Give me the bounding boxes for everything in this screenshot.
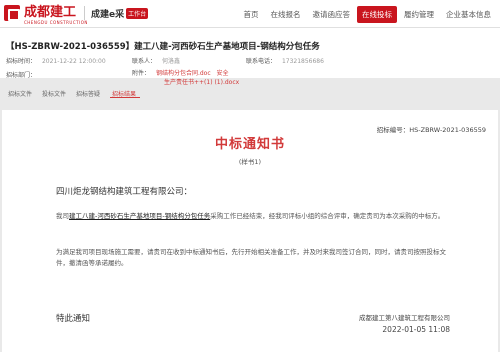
publish-time-value: 2021-12-22 12:00:00 — [41, 58, 106, 65]
attachment-field-2: 生产责任书++(1) (1).docx — [160, 77, 239, 86]
nav-home[interactable]: 首页 — [239, 6, 264, 23]
notice-sample-label: (样书1) — [238, 158, 262, 166]
attachment-field: 附件： 钢结构分包合同.doc 安全 — [132, 68, 229, 77]
project-header: 【HS-ZBRW-2021-036559】建工八建-河西砂石生产基地项目-钢结构… — [0, 28, 500, 78]
top-navigation-bar: 成都建工 CHENGDU CONSTRUCTION 成建e采 工作台 首页 在线… — [0, 0, 500, 28]
notice-paragraph-1: 我司建工八建-河西砂石生产基地项目-钢结构分包任务采购工作已经结束，经我司评标小… — [56, 211, 451, 222]
award-notice: 招标编号：HS-ZBRW-2021-036559 中标通知书 (样书1) 四川炬… — [2, 110, 498, 352]
platform-name-text: 成建e采 — [91, 9, 125, 20]
contact-label: 联系人： — [132, 58, 157, 65]
notice-closing: 特此通知 — [56, 314, 91, 324]
notice-recipient: 四川炬龙钢结构建筑工程有限公司： — [56, 187, 193, 197]
nav-company-info[interactable]: 企业基本信息 — [441, 6, 496, 23]
brand-logo-subtext: CHENGDU CONSTRUCTION — [24, 20, 88, 25]
notice-issuer: 成都建工第八建筑工程有限公司 — [359, 314, 450, 322]
paragraph-1-suffix: 采购工作已经结束，经我司评标小组的综合评审，确定贵司为本次采购的中标方。 — [210, 212, 445, 220]
nav-contract-management[interactable]: 履约管理 — [399, 6, 439, 23]
phone-field: 联系电话： 17321856686 — [246, 56, 324, 65]
nav-invitation-response[interactable]: 邀请函应答 — [308, 6, 356, 23]
publish-time-field: 招标时间： 2021-12-22 12:00:00 — [6, 56, 106, 65]
attachment-label: 附件： — [132, 70, 151, 77]
contact-field: 联系人： 何洛鑫 — [132, 56, 180, 65]
active-tab-indicator — [110, 97, 140, 98]
attachment-link-safety-part[interactable]: 安全 — [217, 70, 229, 77]
brand-divider — [84, 6, 86, 20]
publish-time-label: 招标时间： — [6, 58, 37, 65]
main-nav: 首页 在线报名 邀请函应答 在线投标 履约管理 企业基本信息 — [237, 6, 497, 23]
department-label: 招标部门： — [6, 72, 37, 79]
bid-tabs: 招标文件 投标文件 招标答疑 招标结果 — [0, 89, 500, 99]
tab-tender-documents[interactable]: 投标文件 — [42, 89, 66, 98]
nav-online-bidding[interactable]: 在线投标 — [357, 6, 397, 23]
brand-logo-text: 成都建工 — [24, 5, 77, 20]
paragraph-1-prefix: 我司 — [56, 212, 69, 220]
nav-online-registration[interactable]: 在线报名 — [266, 6, 306, 23]
notice-title: 中标通知书 — [214, 137, 285, 152]
contact-value: 何洛鑫 — [161, 58, 180, 65]
tab-bid-qa[interactable]: 招标答疑 — [76, 89, 100, 98]
notice-date: 2022-01-05 11:08 — [382, 325, 450, 334]
attachment-link-contract[interactable]: 钢结构分包合同.doc — [156, 70, 211, 77]
project-link[interactable]: 建工八建-河西砂石生产基地项目-钢结构分包任务 — [69, 212, 210, 220]
attachment-link-safety[interactable]: 生产责任书++(1) (1).docx — [164, 79, 239, 86]
tab-bid-documents[interactable]: 招标文件 — [8, 89, 32, 98]
platform-name: 成建e采 工作台 — [91, 7, 149, 20]
notice-paragraph-2: 为满足我司项目现场施工需要，请贵司在收到中标通知书后，先行开始相关准备工作，并及… — [56, 248, 446, 267]
brand-logo-icon — [4, 5, 20, 21]
brand-logo[interactable]: 成都建工 CHENGDU CONSTRUCTION 成建e采 工作台 — [4, 3, 149, 25]
project-title: 【HS-ZBRW-2021-036559】建工八建-河西砂石生产基地项目-钢结构… — [6, 42, 320, 52]
platform-badge: 工作台 — [126, 7, 149, 19]
department-field: 招标部门： — [6, 70, 36, 79]
phone-label: 联系电话： — [246, 58, 277, 65]
phone-value: 17321856686 — [281, 58, 324, 65]
